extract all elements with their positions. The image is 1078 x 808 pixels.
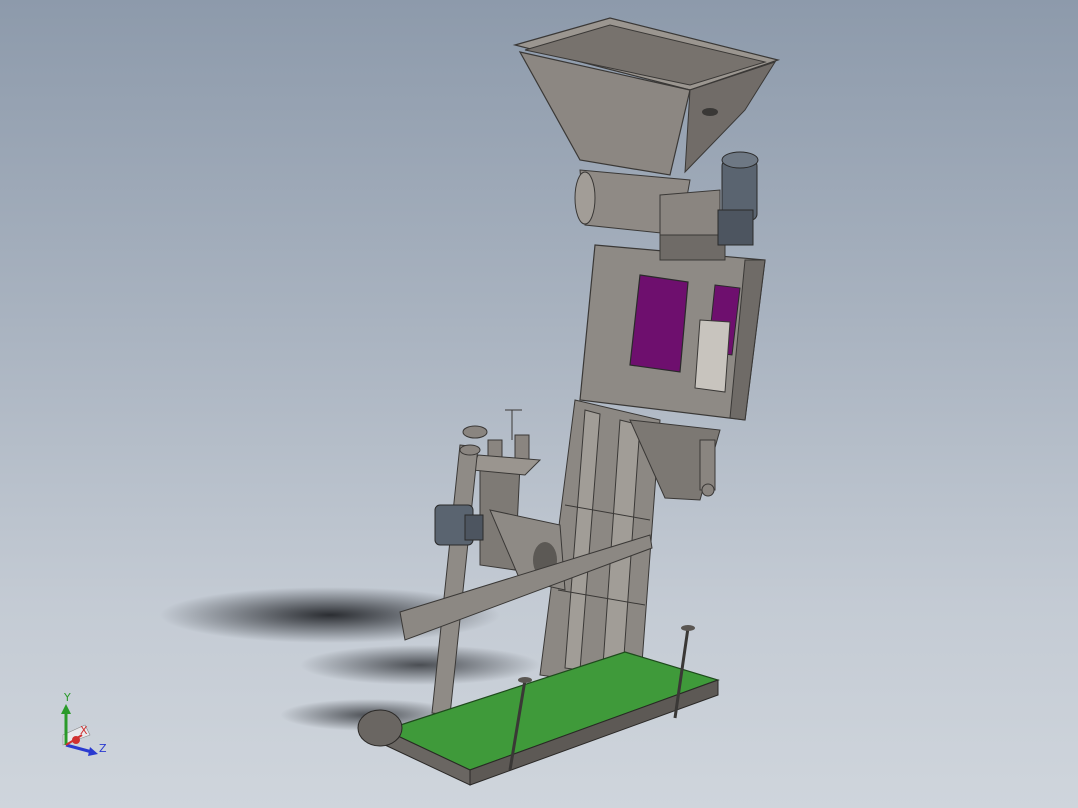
inspection-window-left [629, 274, 689, 373]
cad-viewport[interactable]: Y X Z [0, 0, 1078, 808]
feeder-motor[interactable] [717, 151, 759, 246]
z-axis-label: Z [99, 742, 107, 755]
x-axis-label: X [80, 724, 88, 737]
weighing-cabinet[interactable] [579, 244, 766, 421]
z-axis-arrow [65, 743, 93, 754]
conveyor-drive-motor [357, 709, 403, 747]
model-canvas: Y X Z [61, 17, 781, 786]
feed-hopper[interactable] [512, 17, 781, 176]
clamp-motor[interactable] [434, 504, 484, 546]
y-axis-label: Y [63, 691, 71, 704]
coordinate-triad: Y X Z [61, 691, 107, 756]
bag-clamp-assembly[interactable] [471, 409, 566, 591]
